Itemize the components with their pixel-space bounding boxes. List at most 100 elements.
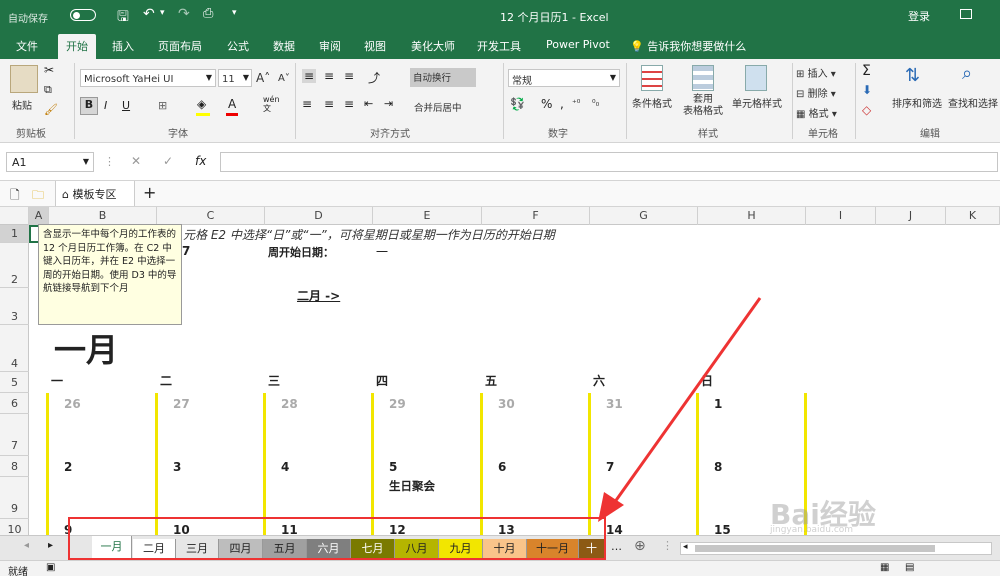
page-layout-icon[interactable]: ▤: [905, 562, 914, 573]
delete-cells-button[interactable]: ⊟ 删除 ▾: [796, 85, 836, 100]
format-painter-icon[interactable]: 🖌: [44, 103, 58, 116]
row-header[interactable]: 4: [0, 325, 29, 372]
day-cell[interactable]: 29: [389, 397, 406, 411]
day-cell[interactable]: 3: [173, 460, 181, 474]
formula-input[interactable]: [220, 152, 998, 172]
undo-icon[interactable]: ↶: [143, 6, 155, 22]
column-header[interactable]: G: [590, 207, 698, 225]
day-cell[interactable]: 27: [173, 397, 190, 411]
redo-icon[interactable]: ↷: [178, 6, 190, 22]
paste-button[interactable]: 粘贴: [12, 97, 32, 112]
row-header[interactable]: 7: [0, 414, 29, 456]
conditional-format-button[interactable]: 条件格式: [632, 95, 672, 110]
day-cell[interactable]: 5: [389, 460, 397, 474]
save-icon[interactable]: 🖫: [117, 6, 129, 30]
percent-icon[interactable]: %: [541, 97, 552, 111]
day-cell[interactable]: 4: [281, 460, 289, 474]
format-as-table-button[interactable]: 套用 表格格式: [680, 94, 726, 118]
tab-beautify-master[interactable]: 美化大师: [411, 38, 455, 54]
copy-icon[interactable]: ⧉: [44, 83, 52, 97]
row-header[interactable]: 9: [0, 477, 29, 519]
bold-button[interactable]: B: [80, 97, 98, 115]
login-link[interactable]: 登录: [908, 8, 930, 24]
tab-insert[interactable]: 插入: [112, 38, 134, 54]
insert-function-icon[interactable]: fx: [195, 154, 206, 168]
column-header[interactable]: J: [876, 207, 946, 225]
tab-review[interactable]: 审阅: [319, 38, 341, 54]
row-header[interactable]: 3: [0, 288, 29, 325]
tab-developer[interactable]: 开发工具: [477, 38, 521, 54]
insert-cells-button[interactable]: ⊞ 插入 ▾: [796, 65, 836, 80]
column-header[interactable]: C: [157, 207, 265, 225]
row-header[interactable]: 8: [0, 456, 29, 477]
next-sheet-icon[interactable]: ▸: [48, 540, 53, 551]
tab-data[interactable]: 数据: [273, 38, 295, 54]
column-header[interactable]: D: [265, 207, 373, 225]
sort-filter-button[interactable]: 排序和筛选: [892, 95, 942, 110]
template-tab[interactable]: ⌂ 模板专区: [55, 181, 135, 206]
currency-icon[interactable]: 💱: [510, 97, 525, 111]
font-color-icon[interactable]: A: [228, 97, 236, 111]
cancel-icon[interactable]: ✕: [131, 154, 141, 168]
clear-icon[interactable]: ◇: [862, 103, 871, 117]
tab-power-pivot[interactable]: Power Pivot: [546, 38, 610, 51]
folder-icon[interactable]: 🗀: [32, 186, 44, 207]
row-header[interactable]: 1: [0, 225, 29, 243]
underline-button[interactable]: U: [122, 99, 130, 112]
font-name-select[interactable]: Microsoft YaHei UI ▼: [80, 69, 216, 87]
new-file-icon[interactable]: 🗋: [10, 186, 20, 207]
tab-file[interactable]: 文件: [16, 38, 38, 54]
autosum-icon[interactable]: Σ: [862, 63, 871, 79]
find-select-button[interactable]: 查找和选择: [948, 95, 998, 110]
comma-icon[interactable]: ,: [560, 97, 564, 111]
align-left-icon[interactable]: ≡: [302, 97, 312, 111]
column-header[interactable]: K: [946, 207, 1000, 225]
paste-icon[interactable]: [10, 65, 38, 93]
number-format-select[interactable]: 常规 ▼: [508, 69, 620, 87]
format-cells-button[interactable]: ▦ 格式 ▾: [796, 105, 837, 120]
week-start-value[interactable]: 一: [376, 243, 388, 260]
align-right-icon[interactable]: ≡: [344, 97, 354, 111]
row-header[interactable]: 2: [0, 243, 29, 288]
more-sheets-icon[interactable]: …: [611, 540, 622, 553]
border-icon[interactable]: ⊞: [158, 99, 167, 112]
cut-icon[interactable]: ✂: [44, 63, 54, 77]
name-box[interactable]: A1 ▼: [6, 152, 94, 172]
tab-page-layout[interactable]: 页面布局: [158, 38, 202, 54]
tab-formulas[interactable]: 公式: [227, 38, 249, 54]
undo-dropdown-icon[interactable]: ▾: [160, 8, 165, 18]
normal-view-icon[interactable]: ▦: [880, 562, 889, 573]
next-month-link[interactable]: 二月 ->: [297, 287, 340, 304]
grow-font-icon[interactable]: A˄: [256, 71, 270, 85]
font-size-select[interactable]: 11 ▼: [218, 69, 252, 87]
shrink-font-icon[interactable]: A˅: [278, 73, 290, 84]
orientation-icon[interactable]: ⤴: [368, 69, 380, 86]
new-sheet-icon[interactable]: ⊕: [634, 538, 646, 554]
decrease-decimal-icon[interactable]: ⁰₀: [592, 99, 599, 109]
increase-indent-icon[interactable]: ⇥: [384, 97, 393, 110]
horizontal-scrollbar[interactable]: ◂: [680, 542, 992, 555]
align-top-icon[interactable]: ≡: [302, 69, 317, 83]
column-header[interactable]: I: [806, 207, 876, 225]
select-all-corner[interactable]: [0, 207, 29, 225]
print-preview-icon[interactable]: ⎙: [203, 6, 213, 21]
increase-decimal-icon[interactable]: ⁺⁰: [572, 99, 580, 109]
tell-me-box[interactable]: 💡 告诉我你想要做什么: [630, 38, 746, 54]
enter-icon[interactable]: ✓: [163, 154, 173, 168]
decrease-indent-icon[interactable]: ⇤: [364, 97, 373, 110]
day-cell[interactable]: 28: [281, 397, 298, 411]
row-header[interactable]: 5: [0, 372, 29, 393]
day-cell[interactable]: 30: [498, 397, 515, 411]
customize-qat-icon[interactable]: ▾: [232, 8, 237, 18]
wrap-text-button[interactable]: 自动换行: [410, 68, 476, 87]
column-header[interactable]: B: [49, 207, 157, 225]
align-center-icon[interactable]: ≡: [324, 97, 334, 111]
ribbon-display-icon[interactable]: [960, 9, 972, 19]
column-header[interactable]: A: [29, 207, 49, 225]
scroll-left-icon[interactable]: ◂: [683, 542, 688, 552]
day-cell[interactable]: 6: [498, 460, 506, 474]
autosave-toggle[interactable]: [70, 9, 96, 21]
phonetic-icon[interactable]: wén 文: [263, 95, 280, 113]
align-middle-icon[interactable]: ≡: [324, 69, 334, 83]
cell-styles-button[interactable]: 单元格样式: [732, 95, 782, 110]
